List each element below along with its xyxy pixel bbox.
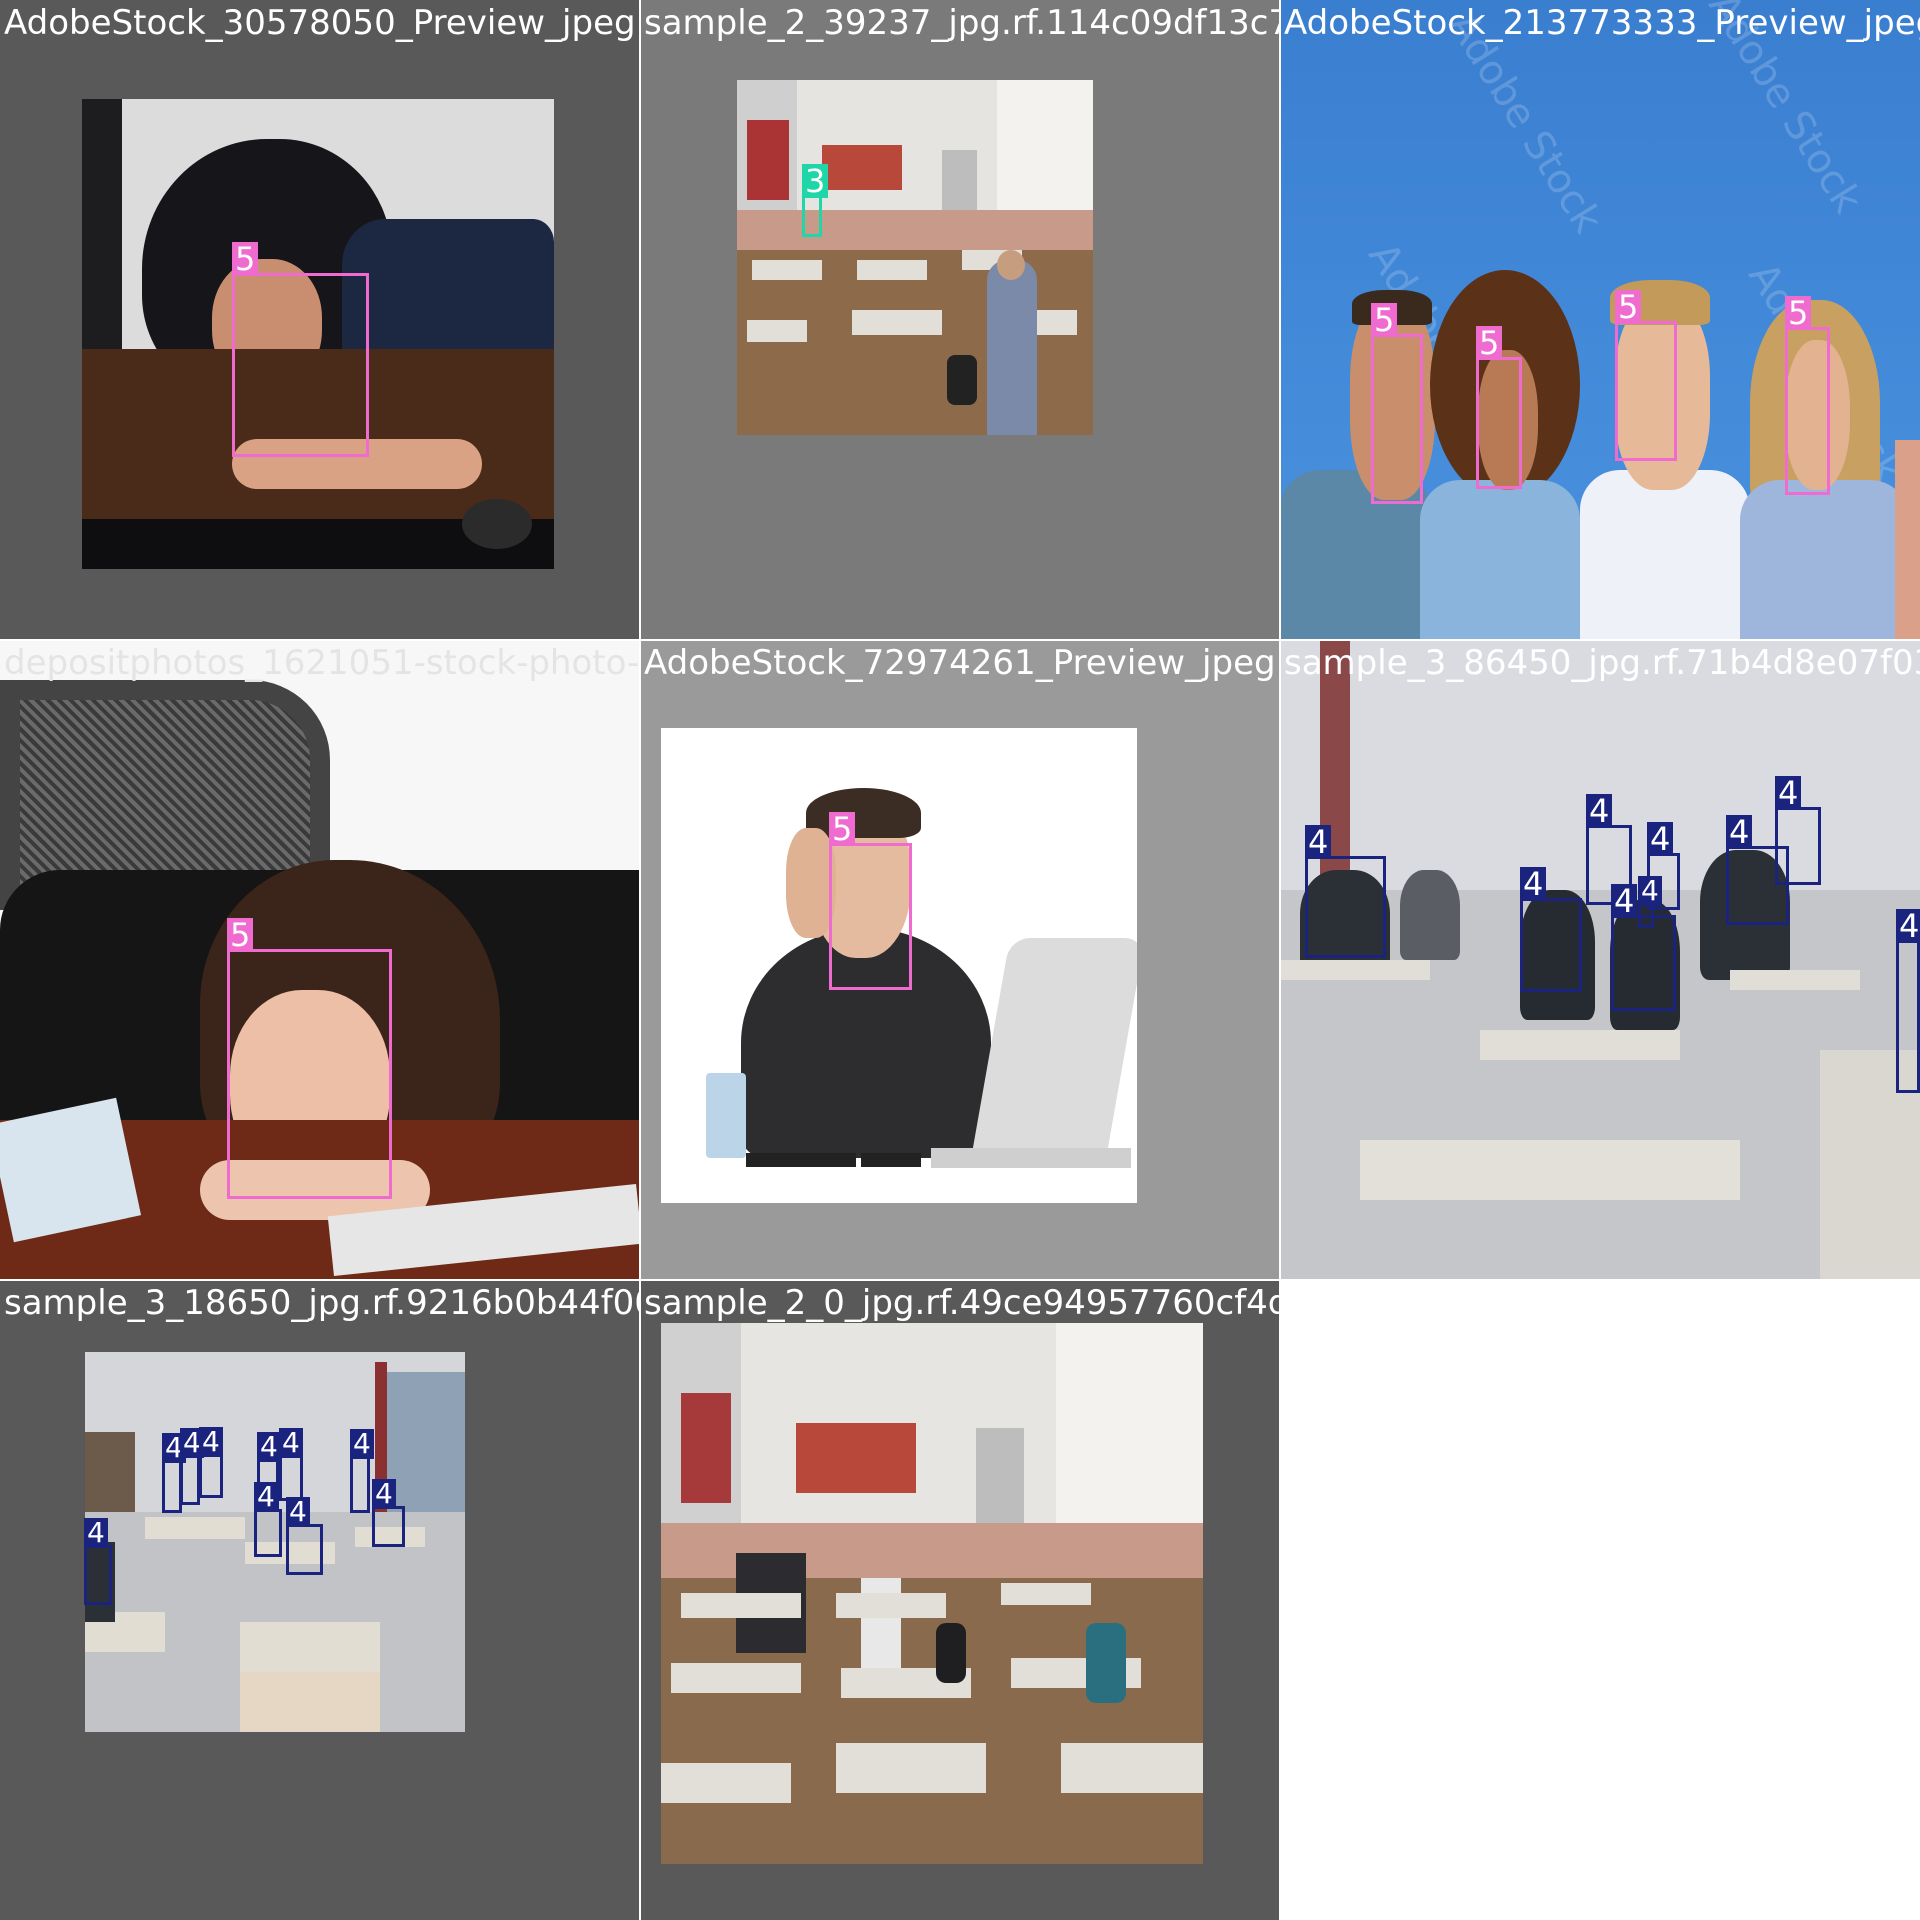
tile-1: 5 AdobeStock_30578050_Preview_jpeg.rf.06… [0, 0, 640, 640]
tile-7-box-10: 4 [372, 1479, 405, 1547]
tile-3-box-4-label: 5 [1785, 296, 1812, 330]
tile-7-box-9: 4 [286, 1497, 323, 1575]
tile-2-box-1: 3 [802, 164, 829, 237]
tile-7-box-6: 4 [350, 1429, 374, 1513]
tile-7-box-2: 4 [180, 1428, 204, 1505]
tile-3-box-3-label: 5 [1615, 290, 1642, 324]
tile-6-box-1-label: 4 [1305, 825, 1332, 859]
tile-3: Adobe Stock Adobe Stock Adobe Stock Adob… [1280, 0, 1920, 640]
tile-5-box-1-label: 5 [829, 812, 856, 846]
tile-7: 4 4 4 4 4 4 4 4 4 4 sample_3_18650_jpg.r… [0, 1280, 640, 1920]
tile-2: 3 sample_2_39237_jpg.rf.114c09df13c7a2a6… [640, 0, 1280, 640]
tile-2-caption: sample_2_39237_jpg.rf.114c09df13c7a2a693 [644, 3, 1280, 43]
tile-1-caption: AdobeStock_30578050_Preview_jpeg.rf.06d [4, 3, 640, 43]
tile-6-photo [1280, 640, 1920, 1280]
tile-6-box-4-label: 4 [1520, 867, 1547, 901]
tile-7-box-8: 4 [254, 1482, 282, 1557]
tile-7-box-7: 4 [84, 1518, 112, 1605]
tile-2-box-1-label: 3 [802, 164, 829, 198]
tile-7-box-1: 4 [162, 1433, 186, 1513]
tile-6-box-7-label: 4 [1775, 776, 1802, 810]
tile-6-box-3-label: 4 [1647, 822, 1674, 856]
tile-5-box-1: 5 [829, 812, 912, 990]
tile-7-box-3-label: 4 [199, 1427, 223, 1457]
tile-1-box-1-label: 5 [232, 242, 259, 276]
tile-4-box-1-label: 5 [227, 918, 254, 952]
tile-8-photo [661, 1323, 1203, 1864]
tile-3-box-1-label: 5 [1371, 303, 1398, 337]
tile-7-box-3: 4 [199, 1427, 223, 1498]
tile-6-box-1: 4 [1305, 825, 1386, 958]
tile-6-box-5-label: 4 [1638, 876, 1662, 906]
tile-7-caption: sample_3_18650_jpg.rf.9216b0b44f0019b1d5 [4, 1283, 640, 1323]
tile-3-box-2-label: 5 [1476, 326, 1503, 360]
tile-7-box-4-label: 4 [257, 1432, 281, 1462]
tile-7-box-9-label: 4 [286, 1497, 310, 1527]
tile-6: 4 4 4 4 4 4 4 4 4 sample_3_86450_jpg.rf.… [1280, 640, 1920, 1280]
mosaic-grid: 5 AdobeStock_30578050_Preview_jpeg.rf.06… [0, 0, 1920, 1920]
tile-3-box-3: 5 [1615, 290, 1677, 461]
tile-8-caption: sample_2_0_jpg.rf.49ce94957760cf4d37b194 [644, 1283, 1280, 1323]
tile-1-box-1: 5 [232, 242, 369, 457]
tile-2-photo [737, 80, 1093, 435]
tile-7-box-5-label: 4 [279, 1428, 303, 1458]
tile-8: sample_2_0_jpg.rf.49ce94957760cf4d37b194 [640, 1280, 1280, 1920]
tile-6-box-9-label: 4 [1896, 909, 1920, 943]
tile-6-box-4: 4 [1520, 867, 1582, 992]
tile-7-box-6-label: 4 [350, 1429, 374, 1459]
tile-3-box-1: 5 [1371, 303, 1423, 504]
tile-3-box-4: 5 [1785, 296, 1830, 495]
tile-7-box-10-label: 4 [372, 1479, 396, 1509]
tile-5: 5 AdobeStock_72974261_Preview_jpeg.rf.02… [640, 640, 1280, 1280]
separator-v1 [639, 0, 641, 1920]
empty-tile [1280, 1280, 1920, 1920]
tile-4-box-1: 5 [227, 918, 392, 1199]
tile-6-box-8-label: 4 [1726, 815, 1753, 849]
separator-v2 [1279, 0, 1281, 1920]
tile-6-box-9: 4 [1896, 909, 1920, 1093]
tile-6-box-8: 4 [1726, 815, 1789, 925]
tile-6-box-6: 4 [1611, 884, 1676, 1011]
separator-h1 [0, 639, 1920, 641]
tile-6-box-2-label: 4 [1586, 794, 1613, 828]
tile-5-caption: AdobeStock_72974261_Preview_jpeg.rf.02fb [644, 643, 1280, 683]
separator-h2 [0, 1279, 1920, 1281]
tile-7-box-7-label: 4 [84, 1518, 108, 1548]
tile-6-box-6-label: 4 [1611, 884, 1638, 918]
tile-3-box-2: 5 [1476, 326, 1522, 489]
tile-7-box-8-label: 4 [254, 1482, 278, 1512]
tile-4: 5 depositphotos_1621051-stock-photo-fi [0, 640, 640, 1280]
